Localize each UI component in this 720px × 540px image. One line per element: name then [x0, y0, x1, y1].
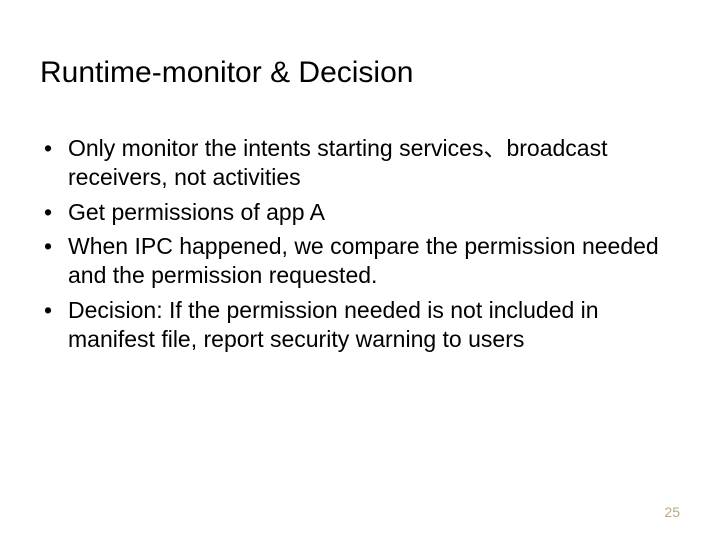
list-item: Decision: If the permission needed is no…: [40, 296, 680, 354]
slide-title: Runtime-monitor & Decision: [40, 56, 680, 90]
list-item: Get permissions of app A: [40, 198, 680, 227]
list-item: Only monitor the intents starting servic…: [40, 134, 680, 192]
page-number: 25: [664, 504, 680, 520]
list-item: When IPC happened, we compare the permis…: [40, 232, 680, 290]
bullet-list: Only monitor the intents starting servic…: [40, 134, 680, 353]
